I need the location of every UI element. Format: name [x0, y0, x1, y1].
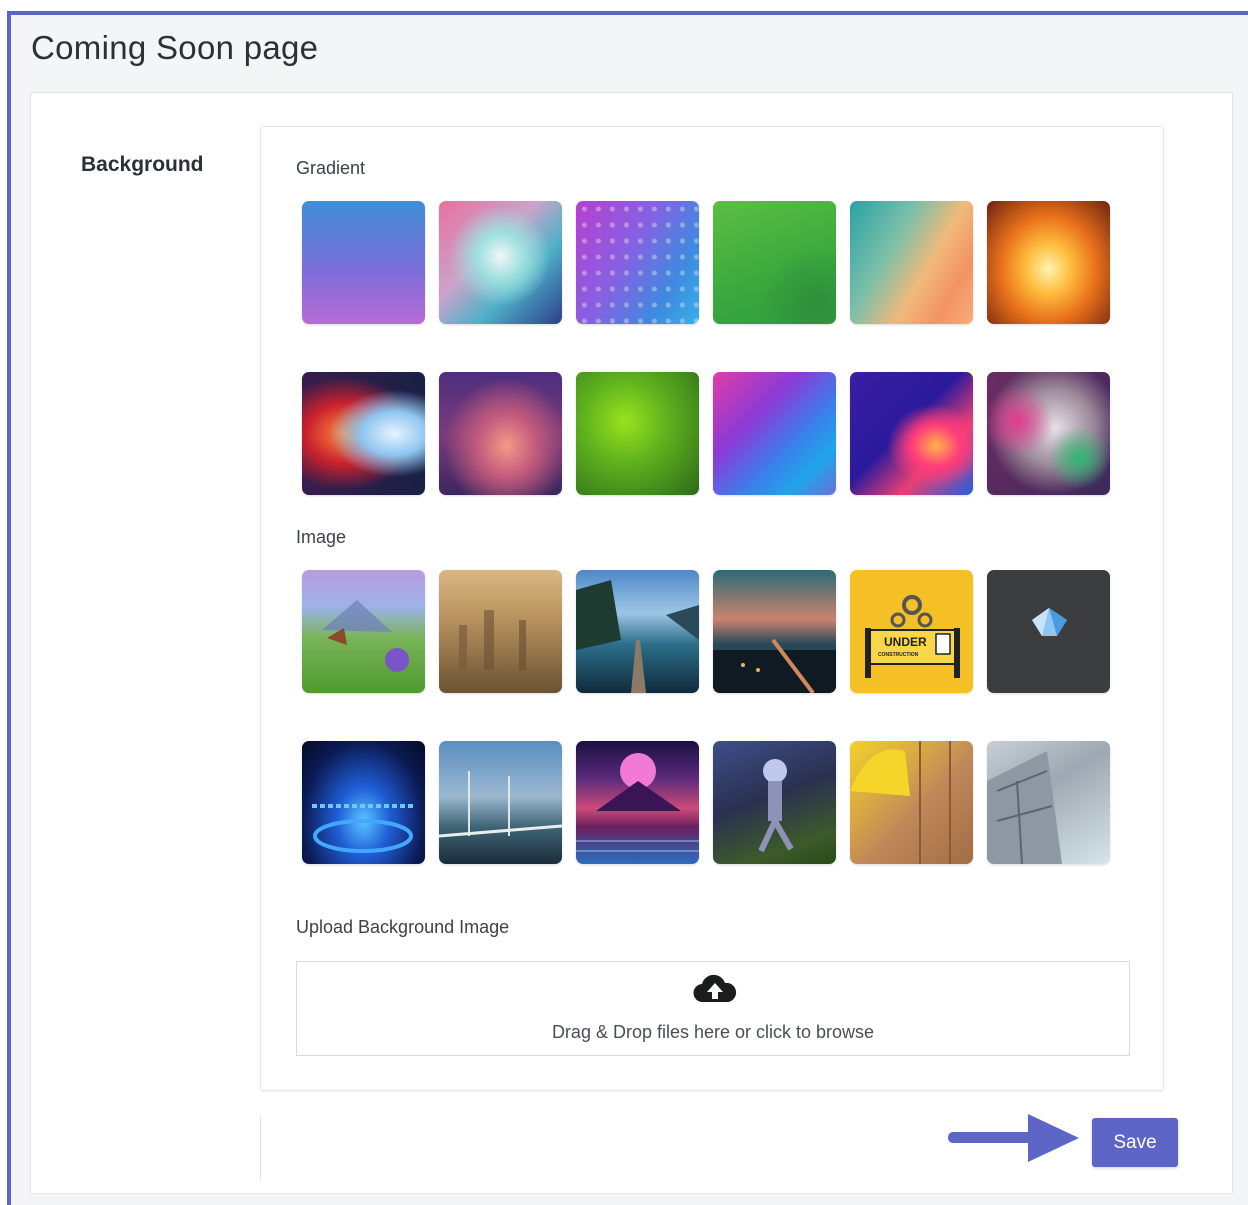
gradient-thumb-4[interactable] [713, 201, 836, 324]
image-thumb-12[interactable] [987, 741, 1110, 864]
image-label: Image [296, 527, 347, 547]
gradient-label: Gradient [296, 158, 366, 178]
background-panel: Gradient Image UNDER CONSTRUCTION Upload… [260, 126, 1164, 1091]
gradient-thumb-10[interactable] [713, 372, 836, 495]
image-thumb-10[interactable] [713, 741, 836, 864]
under-construction-subtext: CONSTRUCTION [878, 652, 919, 658]
gradient-thumb-7[interactable] [302, 372, 425, 495]
arrow-right-icon [946, 1110, 1081, 1171]
image-thumb-2[interactable] [439, 570, 562, 693]
upload-dropzone[interactable]: Drag & Drop files here or click to brows… [296, 961, 1130, 1056]
gradient-thumb-6[interactable] [987, 201, 1110, 324]
gradient-thumb-12[interactable] [987, 372, 1110, 495]
gradient-thumb-5[interactable] [850, 201, 973, 324]
page-frame: Coming Soon page Background Gradient Ima… [7, 11, 1248, 1205]
image-thumb-1[interactable] [302, 570, 425, 693]
gradient-thumb-8[interactable] [439, 372, 562, 495]
image-thumb-8[interactable] [439, 741, 562, 864]
save-button[interactable]: Save [1092, 1118, 1178, 1167]
gradient-grid [302, 201, 1110, 495]
footer-divider [260, 1115, 261, 1180]
settings-card: Background Gradient Image UNDER CONSTRUC… [30, 92, 1233, 1194]
page-title: Coming Soon page [31, 29, 319, 66]
gradient-thumb-2[interactable] [439, 201, 562, 324]
cloud-upload-icon [693, 974, 737, 1011]
image-thumb-11[interactable] [850, 741, 973, 864]
gradient-thumb-3[interactable] [576, 201, 699, 324]
gradient-thumb-11[interactable] [850, 372, 973, 495]
dropzone-text: Drag & Drop files here or click to brows… [551, 1022, 875, 1042]
gradient-thumb-1[interactable] [302, 201, 425, 324]
upload-label: Upload Background Image [296, 917, 510, 937]
gradient-thumb-9[interactable] [576, 372, 699, 495]
image-thumb-7[interactable] [302, 741, 425, 864]
under-construction-text: UNDER [884, 635, 927, 649]
image-grid: UNDER CONSTRUCTION [302, 570, 1110, 864]
image-thumb-3[interactable] [576, 570, 699, 693]
image-thumb-9[interactable] [576, 741, 699, 864]
image-thumb-5[interactable]: UNDER CONSTRUCTION [850, 570, 973, 693]
section-label-background: Background [81, 153, 204, 176]
image-thumb-4[interactable] [713, 570, 836, 693]
image-thumb-6[interactable] [987, 570, 1110, 693]
